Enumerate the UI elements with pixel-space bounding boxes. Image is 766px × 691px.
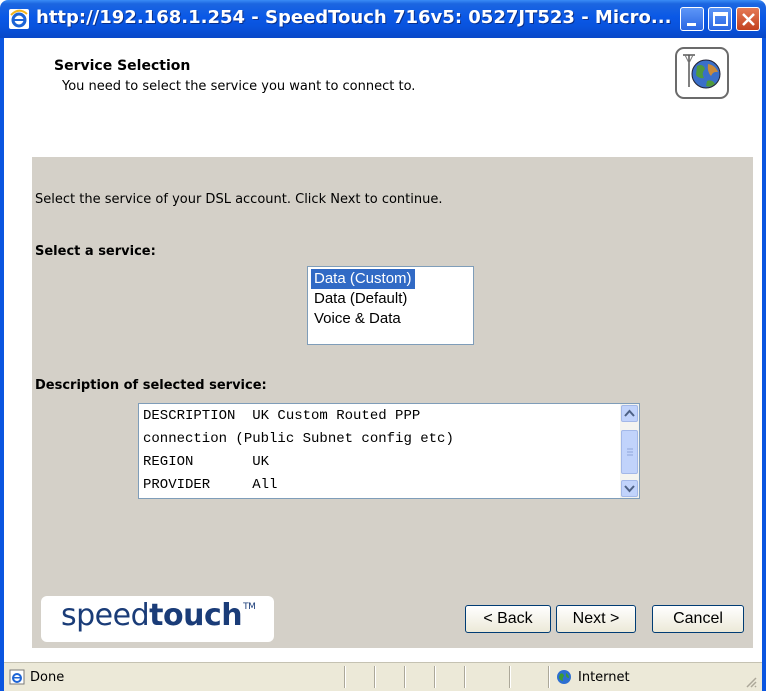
service-option-voice-data[interactable]: Voice & Data <box>311 309 404 329</box>
scroll-down-button[interactable] <box>621 480 638 497</box>
maximize-button[interactable] <box>708 7 732 31</box>
service-option-data-custom[interactable]: Data (Custom) <box>311 269 415 289</box>
status-separator <box>434 666 436 688</box>
page-title: Service Selection <box>54 58 191 74</box>
logo-text: speedtouchTM <box>61 598 256 633</box>
minimize-icon <box>687 23 696 26</box>
description-scrollbar[interactable] <box>620 404 639 498</box>
resize-grip-icon[interactable] <box>744 675 758 689</box>
maximize-icon <box>713 12 728 26</box>
scroll-thumb[interactable] <box>621 430 638 474</box>
instruction-text: Select the service of your DSL account. … <box>35 192 443 207</box>
logo-light: speed <box>61 598 150 633</box>
page-done-icon <box>9 669 25 685</box>
description-line: PROVIDER All <box>143 477 278 493</box>
description-line: connection (Public Subnet config etc) <box>143 431 454 447</box>
service-option-data-default[interactable]: Data (Default) <box>311 289 410 309</box>
page-subtitle: You need to select the service you want … <box>62 79 416 94</box>
window-frame-right <box>762 38 766 691</box>
minimize-button[interactable] <box>680 7 704 31</box>
description-line: REGION UK <box>143 454 270 470</box>
security-zone-text: Internet <box>578 670 630 685</box>
close-button[interactable] <box>736 7 760 31</box>
scroll-up-button[interactable] <box>621 405 638 422</box>
status-separator <box>509 666 511 688</box>
back-button[interactable]: < Back <box>465 605 551 633</box>
status-separator <box>548 666 550 688</box>
description-label: Description of selected service: <box>35 378 267 393</box>
close-icon <box>742 13 755 26</box>
next-button[interactable]: Next > <box>556 605 636 633</box>
status-separator <box>404 666 406 688</box>
status-text: Done <box>30 670 65 685</box>
description-line: DESCRIPTION UK Custom Routed PPP <box>143 408 421 424</box>
service-description-textarea[interactable]: DESCRIPTION UK Custom Routed PPP connect… <box>138 403 640 499</box>
logo-trademark: TM <box>243 602 256 612</box>
chevron-down-icon <box>624 485 635 493</box>
grip-lines-icon <box>627 448 633 456</box>
wizard-header <box>4 38 762 156</box>
service-listbox[interactable]: Data (Custom) Data (Default) Voice & Dat… <box>307 266 474 345</box>
status-separator <box>374 666 376 688</box>
chevron-up-icon <box>624 409 635 417</box>
internet-zone-globe-icon <box>557 670 571 684</box>
speedtouch-logo: speedtouchTM <box>41 596 274 642</box>
logo-bold: touch <box>149 598 243 633</box>
status-separator <box>344 666 346 688</box>
status-separator <box>464 666 466 688</box>
status-bar: Done Internet <box>4 662 762 691</box>
cancel-button[interactable]: Cancel <box>652 605 744 633</box>
window-title-bar[interactable]: http://192.168.1.254 - SpeedTouch 716v5:… <box>0 0 766 38</box>
internet-explorer-icon <box>9 9 29 29</box>
select-service-label: Select a service: <box>35 244 156 259</box>
globe-network-icon <box>675 47 729 99</box>
window-title: http://192.168.1.254 - SpeedTouch 716v5:… <box>36 7 672 28</box>
